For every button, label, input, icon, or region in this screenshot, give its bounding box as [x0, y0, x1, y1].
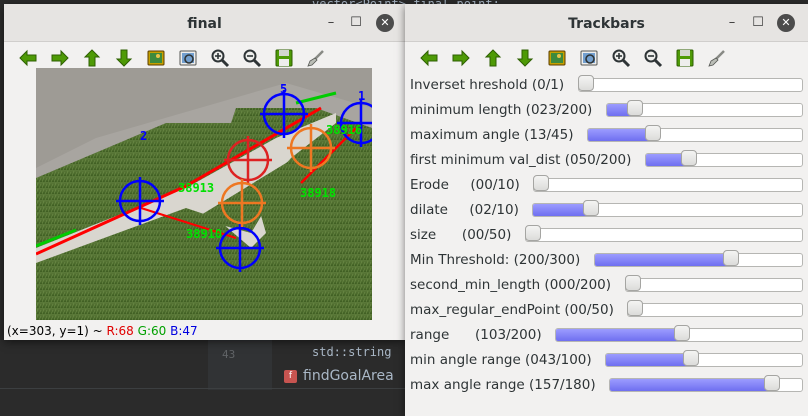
trackbar-slider[interactable]: [594, 253, 803, 267]
final-titlebar[interactable]: final – ☐ ✕: [4, 4, 405, 42]
trackbar-row: size (00/50): [410, 222, 808, 247]
window-title: Trackbars: [568, 16, 645, 32]
trackbar-label: size (00/50): [410, 226, 512, 243]
trackbar-row: min angle range (043/100): [410, 347, 808, 372]
trackbar-slider[interactable]: [587, 128, 803, 142]
trackbar-fill: [610, 379, 774, 391]
trackbar-row: dilate (02/10): [410, 197, 808, 222]
ide-divider: [0, 388, 405, 389]
trackbars-titlebar[interactable]: Trackbars – ☐ ✕: [405, 4, 808, 42]
trackbar-label: first minimum val_dist (050/200): [410, 151, 632, 168]
trackbar-label: dilate (02/10): [410, 201, 519, 218]
trackbar-thumb[interactable]: [680, 150, 697, 166]
camera-frame: 2 5 1 38916 38913 38918 38910: [36, 68, 372, 320]
trackbar-row: range (103/200): [410, 322, 808, 347]
trackbar-slider[interactable]: [533, 178, 803, 192]
label-blue-top: 5: [280, 82, 287, 96]
trackbar-row: maximum angle (13/45): [410, 122, 808, 147]
minimize-button[interactable]: –: [322, 14, 340, 32]
status-bar: (x=303, y=1) ~ R:68 G:60 B:47: [4, 322, 405, 340]
label-green-1: 38916: [326, 123, 362, 137]
trackbar-fill: [606, 354, 693, 366]
maximize-button[interactable]: ☐: [749, 14, 767, 32]
trackbar-label: Erode (00/10): [410, 176, 520, 193]
trackbar-thumb[interactable]: [722, 250, 739, 266]
window-title: final: [187, 16, 222, 32]
trackbar-thumb[interactable]: [525, 225, 541, 241]
trackbar-thumb[interactable]: [578, 75, 594, 91]
trackbar-thumb[interactable]: [627, 300, 643, 316]
trackbar-slider[interactable]: [578, 78, 803, 92]
pan-left-icon[interactable]: [415, 45, 443, 71]
trackbar-slider[interactable]: [627, 303, 803, 317]
zoom-original-icon[interactable]: [575, 45, 603, 71]
maximize-button[interactable]: ☐: [347, 14, 365, 32]
save-icon[interactable]: [671, 45, 699, 71]
trackbar-label: second_min_length (000/200): [410, 276, 612, 293]
pan-right-icon[interactable]: [447, 45, 475, 71]
trackbar-thumb[interactable]: [533, 175, 549, 191]
zoom-in-icon[interactable]: [607, 45, 635, 71]
pan-up-icon[interactable]: [479, 45, 507, 71]
ide-line-number: 43: [222, 348, 236, 361]
trackbar-fill: [556, 329, 684, 341]
trackbar-row: max_regular_endPoint (00/50): [410, 297, 808, 322]
trackbar-thumb[interactable]: [683, 350, 700, 366]
trackbar-slider[interactable]: [645, 153, 803, 167]
breadcrumb-function-name[interactable]: findGoalArea: [303, 368, 394, 384]
status-blue: B:47: [170, 324, 198, 338]
function-icon: f: [284, 369, 297, 383]
trackbar-fill: [595, 254, 732, 266]
trackbar-label: max_regular_endPoint (00/50): [410, 301, 614, 318]
trackbar-thumb[interactable]: [644, 125, 661, 141]
trackbar-thumb[interactable]: [626, 100, 643, 116]
trackbar-label: min angle range (043/100): [410, 351, 592, 368]
trackbar-row: Erode (00/10): [410, 172, 808, 197]
zoom-out-icon[interactable]: [639, 45, 667, 71]
ide-gutter: [208, 340, 272, 390]
trackbar-slider[interactable]: [525, 228, 803, 242]
trackbar-fill: [588, 129, 654, 141]
trackbar-slider[interactable]: [625, 278, 803, 292]
trackbar-thumb[interactable]: [674, 325, 691, 341]
trackbar-thumb[interactable]: [764, 375, 781, 391]
status-red: R:68: [106, 324, 134, 338]
label-green-4: 38910: [186, 227, 222, 241]
label-green-3: 38918: [300, 186, 336, 200]
trackbar-slider[interactable]: [605, 353, 803, 367]
trackbar-label: max angle range (157/180): [410, 376, 596, 393]
trackbar-row: second_min_length (000/200): [410, 272, 808, 297]
trackbar-thumb[interactable]: [625, 275, 641, 291]
trackbars-toolbar: [405, 42, 808, 74]
close-button[interactable]: ✕: [777, 14, 795, 32]
status-coords: (x=303, y=1) ~: [7, 324, 107, 338]
label-green-2: 38913: [178, 181, 214, 195]
close-button[interactable]: ✕: [376, 14, 394, 32]
trackbars-window: Trackbars – ☐ ✕ Inverset hreshold (0/1) m…: [405, 4, 808, 416]
ide-breadcrumb[interactable]: f findGoalArea: [284, 368, 394, 384]
zoom-to-fit-icon[interactable]: [543, 45, 571, 71]
ide-code-line[interactable]: std::string: [312, 345, 391, 359]
trackbar-label: Inverset hreshold (0/1): [410, 76, 565, 93]
trackbar-label: Min Threshold: (200/300): [410, 251, 581, 268]
trackbar-label: minimum length (023/200): [410, 101, 593, 118]
label-top-left: 2: [140, 129, 147, 143]
status-green: G:60: [137, 324, 167, 338]
image-viewer[interactable]: 2 5 1 38916 38913 38918 38910: [36, 68, 372, 320]
final-window: final – ☐ ✕ 2 5 1 38916 38913 38918 3891…: [4, 4, 405, 340]
trackbar-row: Inverset hreshold (0/1): [410, 72, 808, 97]
label-blue-right: 1: [358, 89, 365, 103]
trackbar-row: Min Threshold: (200/300): [410, 247, 808, 272]
trackbar-label: range (103/200): [410, 326, 542, 343]
trackbar-row: minimum length (023/200): [410, 97, 808, 122]
trackbar-row: first minimum val_dist (050/200): [410, 147, 808, 172]
properties-icon[interactable]: [703, 45, 731, 71]
pan-down-icon[interactable]: [511, 45, 539, 71]
trackbar-row: max angle range (157/180): [410, 372, 808, 397]
trackbar-thumb[interactable]: [583, 200, 599, 216]
trackbar-label: maximum angle (13/45): [410, 126, 574, 143]
minimize-button[interactable]: –: [723, 14, 741, 32]
trackbar-slider[interactable]: [532, 203, 803, 217]
